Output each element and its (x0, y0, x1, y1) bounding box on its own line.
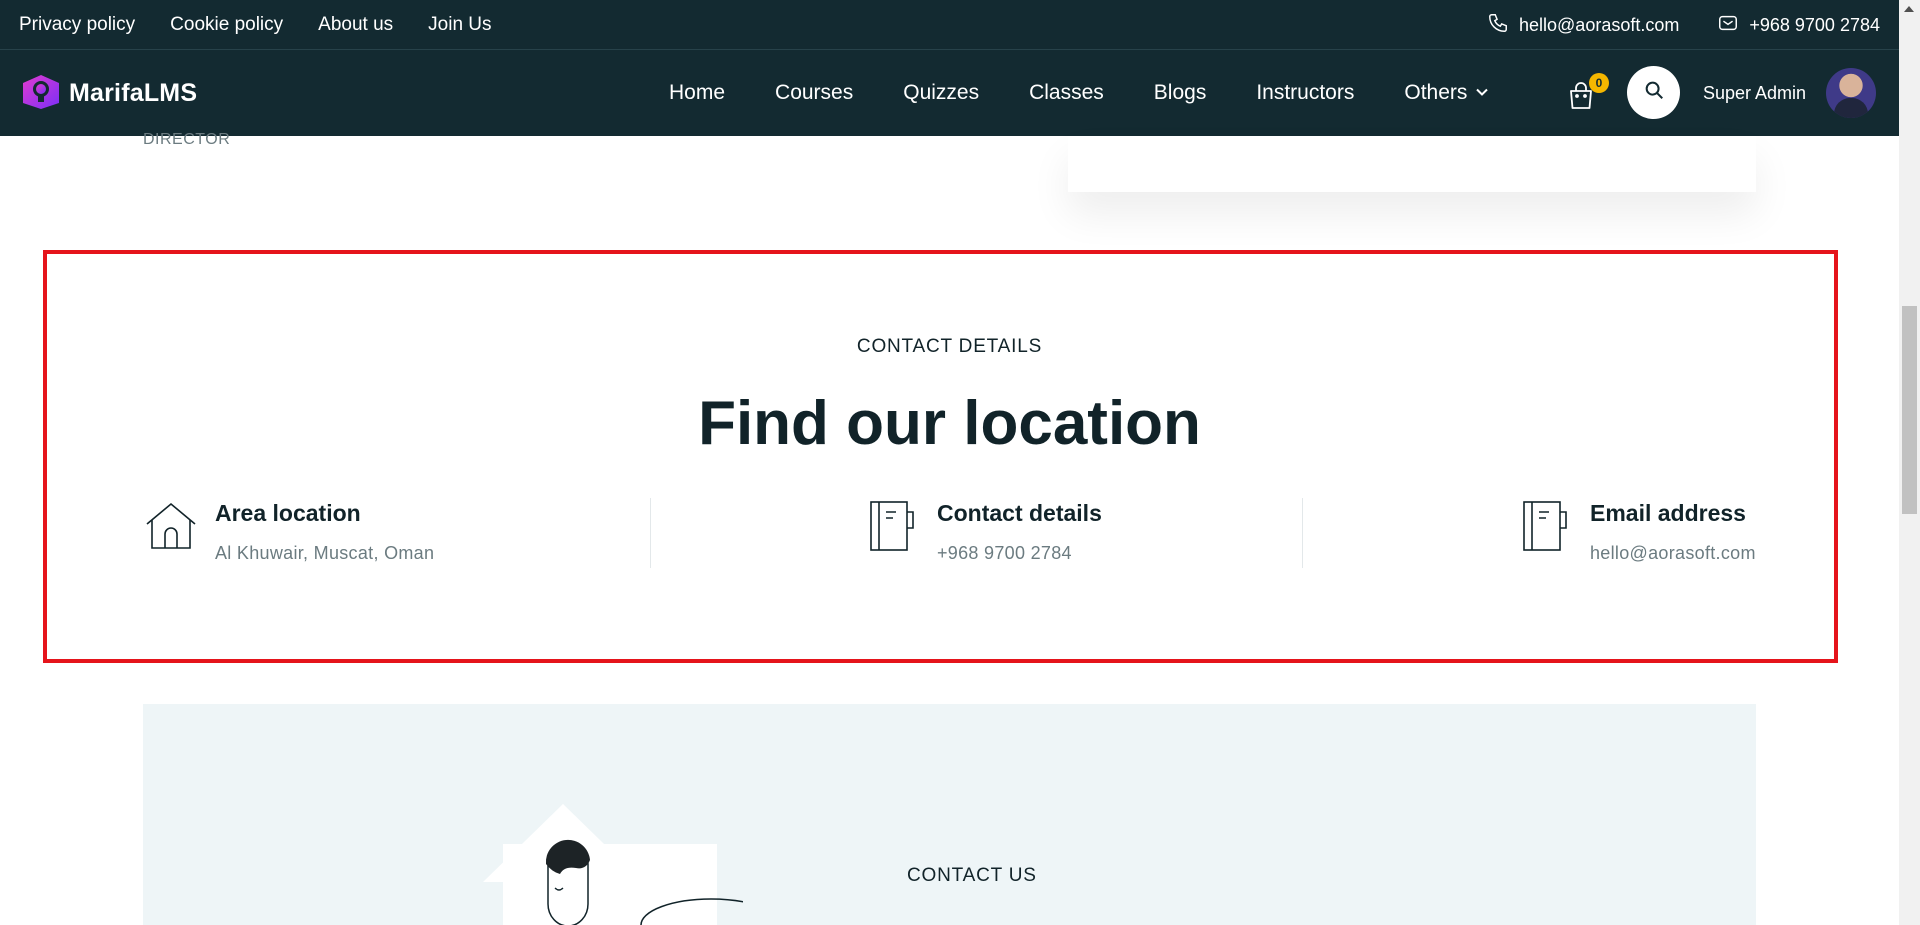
info-title: Area location (215, 500, 361, 526)
info-value: hello@aorasoft.com (1590, 543, 1756, 563)
info-area-location: Area location Al Khuwair, Muscat, Oman (143, 498, 434, 564)
info-value: Al Khuwair, Muscat, Oman (215, 543, 435, 563)
nav-blogs[interactable]: Blogs (1154, 81, 1207, 105)
search-icon (1643, 79, 1665, 106)
info-divider (1302, 498, 1303, 568)
mail-icon (1717, 12, 1739, 39)
nav-menu: Home Courses Quizzes Classes Blogs Instr… (669, 50, 1537, 136)
info-value: +968 9700 2784 (937, 543, 1072, 563)
email-contact[interactable]: hello@aorasoft.com (1487, 12, 1679, 39)
nav-classes[interactable]: Classes (1029, 81, 1104, 105)
user-name[interactable]: Super Admin (1703, 50, 1806, 136)
main-navbar: MarifaLMS Home Courses Quizzes Classes B… (0, 50, 1899, 136)
nav-courses[interactable]: Courses (775, 81, 853, 105)
nav-quizzes[interactable]: Quizzes (903, 81, 979, 105)
cart-button[interactable]: 0 (1567, 73, 1609, 113)
contact-us-kicker: CONTACT US (907, 865, 1037, 886)
info-text: Email address hello@aorasoft.com (1590, 498, 1756, 564)
section-title: Find our location (698, 389, 1201, 458)
info-contact-details: Contact details +968 9700 2784 (865, 498, 1102, 564)
info-divider (650, 498, 651, 568)
home-icon (143, 498, 199, 554)
notebook-icon (1518, 498, 1574, 554)
nav-home[interactable]: Home (669, 81, 725, 105)
info-title: Email address (1590, 500, 1746, 526)
cookie-policy-link[interactable]: Cookie policy (170, 14, 283, 36)
info-text: Contact details +968 9700 2784 (937, 498, 1102, 564)
notebook-icon (865, 498, 921, 554)
scrollbar-thumb[interactable] (1902, 306, 1917, 514)
cart-count-badge: 0 (1589, 73, 1609, 93)
privacy-policy-link[interactable]: Privacy policy (19, 14, 135, 36)
site-logo[interactable]: MarifaLMS (19, 69, 197, 118)
nav-others-dropdown[interactable]: Others (1404, 81, 1489, 105)
avatar[interactable] (1826, 68, 1876, 118)
info-text: Area location Al Khuwair, Muscat, Oman (215, 498, 434, 564)
section-kicker: CONTACT DETAILS (856, 336, 1043, 357)
testimonial-card (1068, 136, 1756, 192)
nav-others-label: Others (1404, 81, 1468, 104)
logo-text: MarifaLMS (69, 78, 198, 107)
utility-contacts: hello@aorasoft.com +968 9700 2784 (1487, 12, 1880, 39)
contact-us-panel (143, 704, 1756, 925)
about-us-link[interactable]: About us (318, 14, 393, 36)
chevron-down-icon (1475, 81, 1489, 105)
top-utility-bar: Privacy policy Cookie policy About us Jo… (0, 0, 1899, 50)
scroll-up-arrow-icon[interactable] (1904, 6, 1914, 12)
utility-links: Privacy policy Cookie policy About us Jo… (19, 14, 492, 36)
info-email-address: Email address hello@aorasoft.com (1518, 498, 1756, 564)
nav-instructors[interactable]: Instructors (1256, 81, 1354, 105)
phone-contact[interactable]: +968 9700 2784 (1717, 12, 1880, 39)
role-label: DIRECTOR (143, 131, 231, 148)
logo-icon (19, 69, 63, 118)
info-title: Contact details (937, 500, 1102, 526)
page-scrollbar[interactable] (1899, 0, 1920, 925)
join-us-link[interactable]: Join Us (428, 14, 491, 36)
phone-icon (1487, 12, 1509, 39)
email-text: hello@aorasoft.com (1519, 14, 1680, 35)
search-button[interactable] (1627, 66, 1680, 119)
phone-text: +968 9700 2784 (1749, 14, 1880, 35)
